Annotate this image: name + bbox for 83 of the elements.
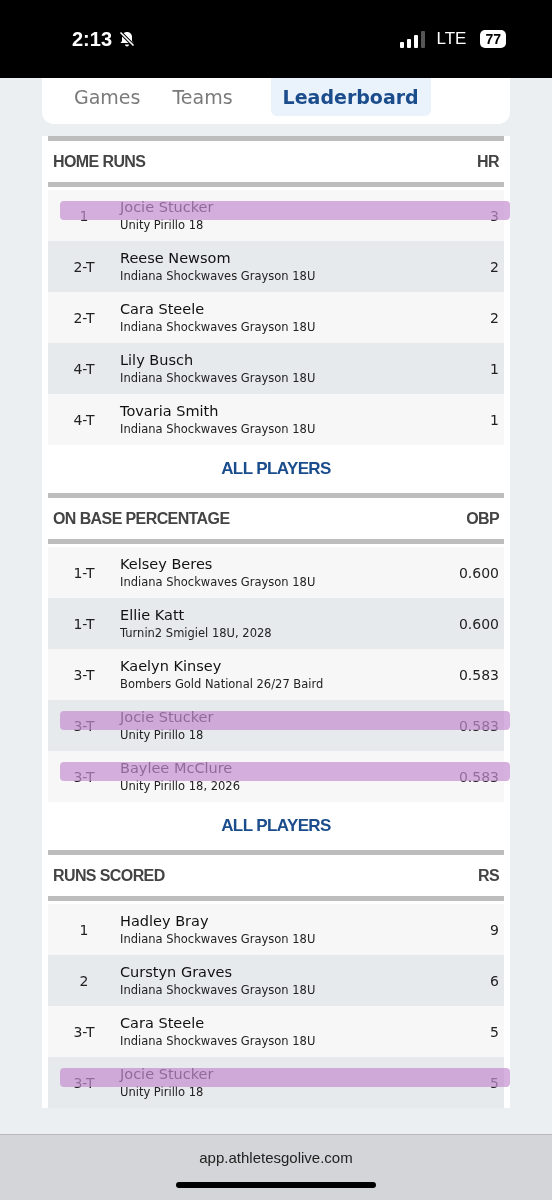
team-name: Unity Pirillo 18, 2026 [120,779,241,793]
player-name: Hadley Bray [120,913,210,929]
rank-text: 2 [78,972,90,989]
rank-text: 3-T [72,666,96,683]
player-row[interactable]: 4-T Lily Busch Indiana Shockwaves Grayson 18U 1 [48,343,504,394]
player-row[interactable]: 2-T Cara Steele Indiana Shockwaves Grayson 18U 2 [48,292,504,343]
team-name: Unity Pirillo 18 [120,728,205,742]
team-name: Unity Pirillo 18 [120,218,205,232]
stat-value: 2 [490,258,499,275]
rank-text: 3-T [72,768,96,785]
team-name: Indiana Shockwaves Grayson 18U [120,1034,317,1048]
player-name: Baylee McClure [120,760,234,776]
player-name: Lily Busch [120,352,195,368]
team-name: Indiana Shockwaves Grayson 18U [120,371,317,385]
stat-value: 5 [490,1074,499,1091]
player-row[interactable]: 2-T Reese Newsom Indiana Shockwaves Grayson 18U 2 [48,241,504,292]
player-name: Cara Steele [120,301,206,317]
team-name: Indiana Shockwaves Grayson 18U [120,269,317,283]
rank-text: 4-T [72,411,96,428]
network-label: LTE [436,29,467,49]
stat-value: 0.583 [458,666,499,683]
rank-text: 2-T [72,309,96,326]
player-name: Kaelyn Kinsey [120,658,223,674]
address-bar-url[interactable]: app.athletesgolive.com [199,1149,353,1166]
player-row[interactable]: 4-T Tovaria Smith Indiana Shockwaves Grayson 18U 1 [48,394,504,445]
player-name: Ellie Katt [120,607,186,623]
player-name: Jocie Stucker [120,709,215,725]
player-name: Cara Steele [120,1015,206,1031]
player-row[interactable]: 3-T Cara Steele Indiana Shockwaves Grayson 18U 5 [48,1006,504,1057]
player-name: Jocie Stucker [120,199,215,215]
stat-label: RS [477,866,499,885]
team-name: Bombers Gold National 26/27 Baird [120,677,325,691]
player-name: Kelsey Beres [120,556,214,572]
status-time: 2:13 [72,27,113,51]
stat-value: 0.583 [458,768,499,785]
section-title: RUNS SCORED [53,866,165,885]
rank-text: 2-T [72,258,96,275]
stat-value: 0.600 [458,564,499,581]
battery-indicator: 77 [480,30,506,48]
rank-text: 1-T [72,615,96,632]
player-name: Jocie Stucker [120,1066,215,1082]
rank-text: 3-T [72,1023,96,1040]
stat-value: 6 [490,972,499,989]
tab[interactable]: Leaderboard [270,78,431,116]
stat-value: 0.600 [458,615,499,632]
player-name: Tovaria Smith [120,403,220,419]
signal-icon [398,30,427,48]
rank-text: 1 [78,207,90,224]
team-name: Unity Pirillo 18 [120,1085,205,1099]
stat-label: HR [477,152,499,171]
stat-value: 2 [490,309,499,326]
team-name: Indiana Shockwaves Grayson 18U [120,320,317,334]
player-name: Curstyn Graves [120,964,234,980]
team-name: Indiana Shockwaves Grayson 18U [120,422,317,436]
player-row[interactable]: 1-T Ellie Katt Turnin2 Smigiel 18U, 2028 0.600 [48,598,504,649]
player-row[interactable]: 1 Hadley Bray Indiana Shockwaves Grayson 18U 9 [48,904,504,955]
tab[interactable]: Games [64,78,151,116]
rank-text: 4-T [72,360,96,377]
muted-bell-icon [118,30,137,48]
rank-text: 3-T [72,1074,96,1091]
rank-text: 3-T [72,717,96,734]
tab[interactable]: Teams [162,78,243,116]
stat-value: 3 [490,207,499,224]
section-title: HOME RUNS [53,152,146,171]
team-name: Indiana Shockwaves Grayson 18U [120,983,317,997]
rank-text: 1-T [72,564,96,581]
team-name: Indiana Shockwaves Grayson 18U [120,575,317,589]
stat-value: 0.583 [458,717,499,734]
all-players-link[interactable]: ALL PLAYERS [221,816,331,836]
stat-value: 5 [490,1023,499,1040]
stat-value: 1 [490,411,499,428]
player-row[interactable]: 1-T Kelsey Beres Indiana Shockwaves Grayson 18U 0.600 [48,547,504,598]
rank-text: 1 [78,921,90,938]
section-title: ON BASE PERCENTAGE [53,509,230,528]
stat-value: 1 [490,360,499,377]
all-players-link[interactable]: ALL PLAYERS [221,459,331,479]
team-name: Turnin2 Smigiel 18U, 2028 [120,626,273,640]
player-row[interactable]: 2 Curstyn Graves Indiana Shockwaves Grayson 18U 6 [48,955,504,1006]
player-row[interactable]: 3-T Kaelyn Kinsey Bombers Gold National 26/27 Baird 0.583 [48,649,504,700]
stat-label: OBP [466,509,499,528]
team-name: Indiana Shockwaves Grayson 18U [120,932,317,946]
stat-value: 9 [490,921,499,938]
player-name: Reese Newsom [120,250,232,266]
